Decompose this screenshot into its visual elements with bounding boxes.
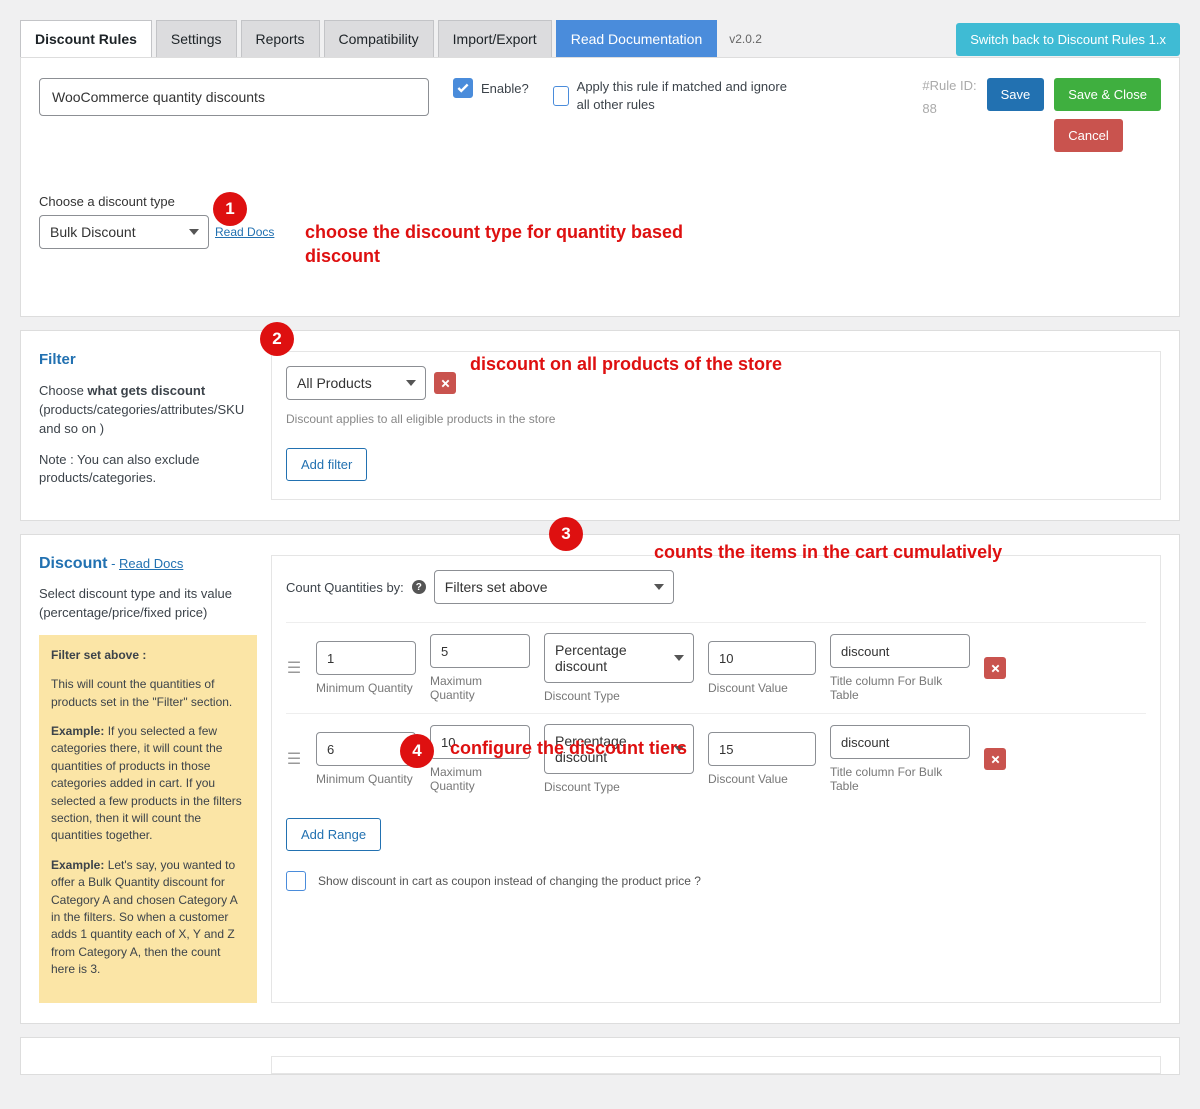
add-filter-button[interactable]: Add filter [286,448,367,481]
switch-back-button[interactable]: Switch back to Discount Rules 1.x [956,23,1180,56]
annotation-4: configure the discount tiers [450,738,687,759]
check-icon [456,81,470,95]
col-type-label: Discount Type [544,780,694,794]
bulk-title-input[interactable] [830,725,970,759]
drag-handle-icon[interactable]: ☰ [286,749,302,769]
read-docs-link-type[interactable]: Read Docs [215,225,274,239]
col-min-label: Minimum Quantity [316,772,416,786]
annotation-badge-2: 2 [260,322,294,356]
drag-handle-icon[interactable]: ☰ [286,658,302,678]
close-icon [990,754,1001,765]
count-quantities-select[interactable]: Filters set above [434,570,674,604]
remove-range-button[interactable] [984,657,1006,679]
show-coupon-checkbox[interactable] [286,871,306,891]
discount-value-input[interactable] [708,641,816,675]
discount-desc: Select discount type and its value (perc… [39,585,257,623]
filter-products-select[interactable]: All Products [286,366,426,400]
count-quantities-label: Count Quantities by: [286,580,404,595]
save-close-button[interactable]: Save & Close [1054,78,1161,111]
min-qty-input[interactable] [316,641,416,675]
discount-range-row: ☰ Minimum Quantity Maximum Quantity Perc… [286,622,1146,713]
save-button[interactable]: Save [987,78,1045,111]
enable-checkbox[interactable] [453,78,473,98]
add-range-button[interactable]: Add Range [286,818,381,851]
close-icon [990,663,1001,674]
annotation-1: choose the discount type for quantity ba… [305,220,735,269]
choose-discount-type-label: Choose a discount type [39,194,1161,209]
cancel-button[interactable]: Cancel [1054,119,1122,152]
tab-import-export[interactable]: Import/Export [438,20,552,58]
ignore-rules-checkbox[interactable] [553,86,569,106]
discount-value-input[interactable] [708,732,816,766]
annotation-badge-3: 3 [549,517,583,551]
rule-name-input[interactable] [39,78,429,116]
tab-read-documentation[interactable]: Read Documentation [556,20,718,58]
filter-heading: Filter [39,351,257,368]
help-box: Filter set above : This will count the q… [39,635,257,1003]
discount-heading: Discount [39,555,107,572]
tab-reports[interactable]: Reports [241,20,320,58]
tab-settings[interactable]: Settings [156,20,237,58]
remove-range-button[interactable] [984,748,1006,770]
tab-discount-rules[interactable]: Discount Rules [20,20,152,58]
read-docs-link-discount[interactable]: Read Docs [119,556,183,571]
col-title-label: Title column For Bulk Table [830,765,970,793]
filter-desc: Choose what gets discount (products/cate… [39,382,257,439]
col-type-label: Discount Type [544,689,694,703]
col-val-label: Discount Value [708,772,816,786]
filter-note: Note : You can also exclude products/cat… [39,451,257,489]
remove-filter-button[interactable] [434,372,456,394]
enable-label: Enable? [481,81,529,96]
rule-id-label: #Rule ID: [922,78,976,93]
annotation-badge-4: 4 [400,734,434,768]
col-max-label: Maximum Quantity [430,674,530,702]
tab-bar: Discount Rules Settings Reports Compatib… [20,20,1180,58]
close-icon [440,378,451,389]
ignore-rules-label: Apply this rule if matched and ignore al… [577,78,803,113]
annotation-badge-1: 1 [213,192,247,226]
rule-id-value: 88 [922,101,976,116]
filter-hint: Discount applies to all eligible product… [286,412,1146,426]
col-title-label: Title column For Bulk Table [830,674,970,702]
discount-type-row-select[interactable]: Percentage discount [544,633,694,683]
discount-type-select[interactable]: Bulk Discount [39,215,209,249]
max-qty-input[interactable] [430,634,530,668]
show-coupon-label: Show discount in cart as coupon instead … [318,874,701,888]
col-min-label: Minimum Quantity [316,681,416,695]
version-label: v2.0.2 [729,32,762,46]
col-val-label: Discount Value [708,681,816,695]
tab-compatibility[interactable]: Compatibility [324,20,434,58]
bulk-title-input[interactable] [830,634,970,668]
info-icon[interactable]: ? [412,580,426,594]
annotation-3: counts the items in the cart cumulativel… [654,542,1002,563]
annotation-2: discount on all products of the store [470,354,782,375]
col-max-label: Maximum Quantity [430,765,530,793]
